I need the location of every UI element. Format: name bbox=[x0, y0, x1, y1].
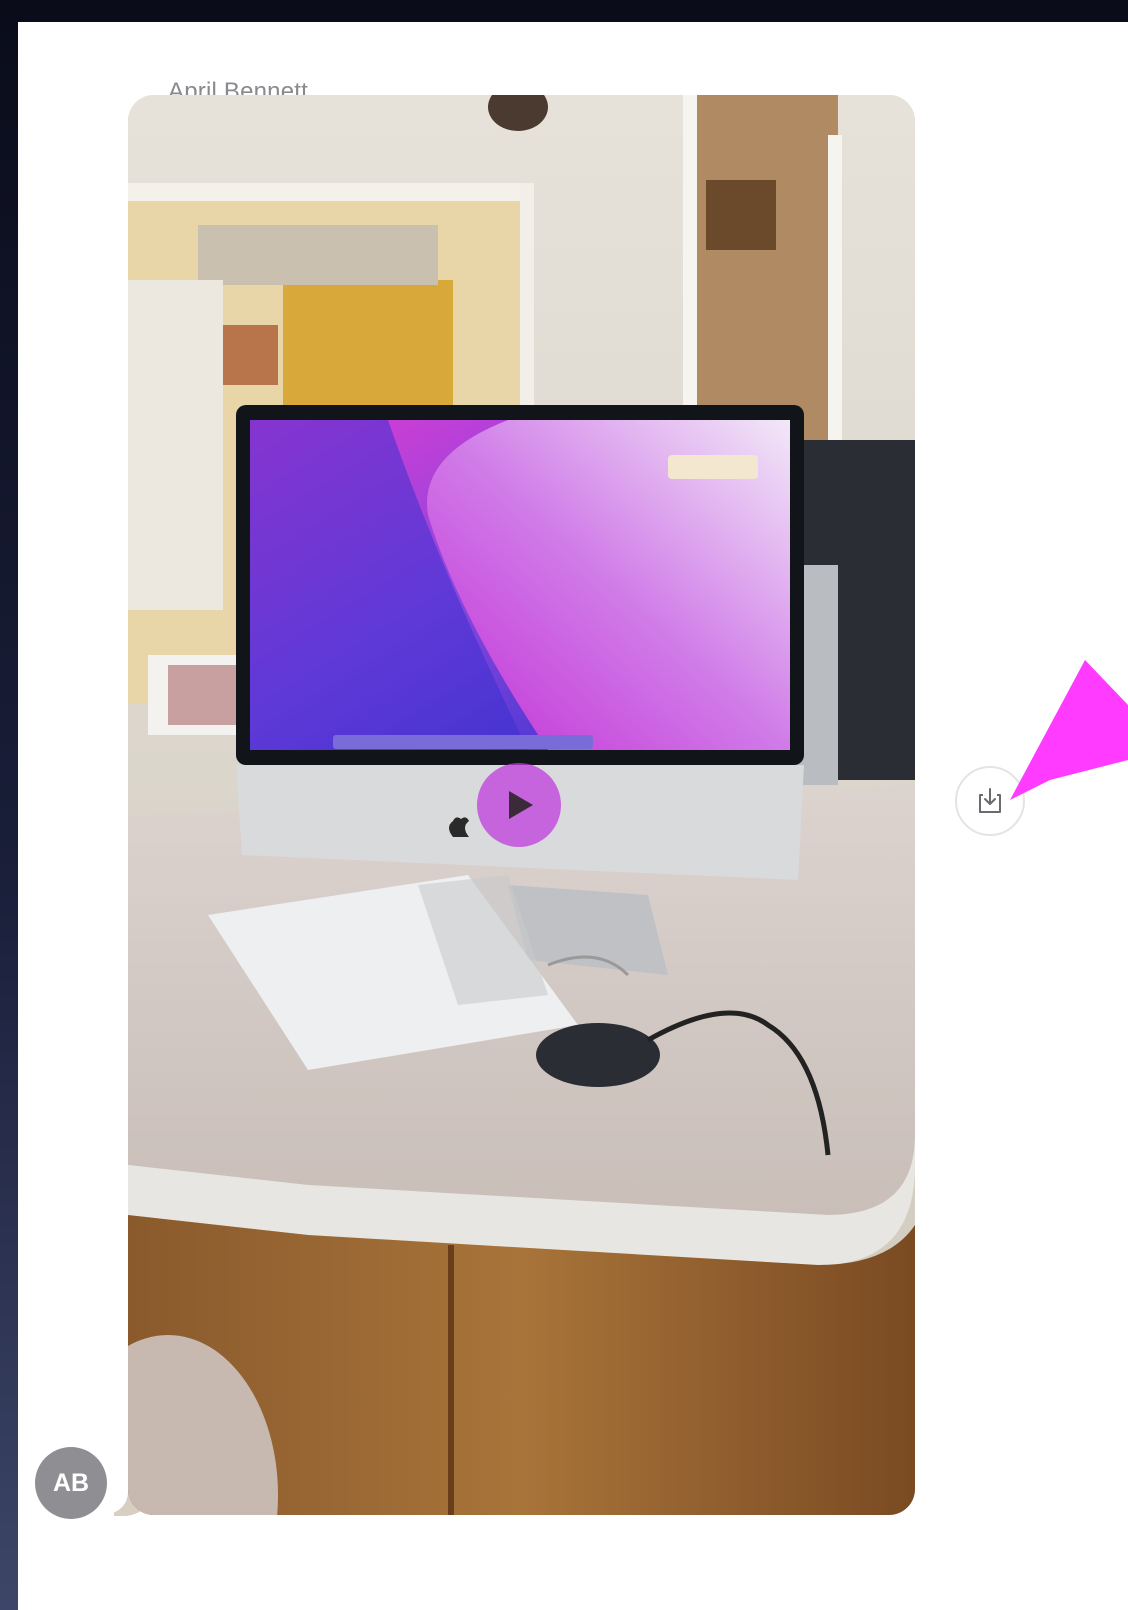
play-button[interactable] bbox=[477, 763, 561, 847]
play-icon bbox=[509, 791, 533, 819]
annotation-arrow bbox=[1010, 660, 1128, 800]
video-message-bubble[interactable] bbox=[128, 95, 915, 1515]
save-download-icon bbox=[979, 788, 1001, 813]
sender-avatar[interactable]: AB bbox=[35, 1447, 107, 1519]
